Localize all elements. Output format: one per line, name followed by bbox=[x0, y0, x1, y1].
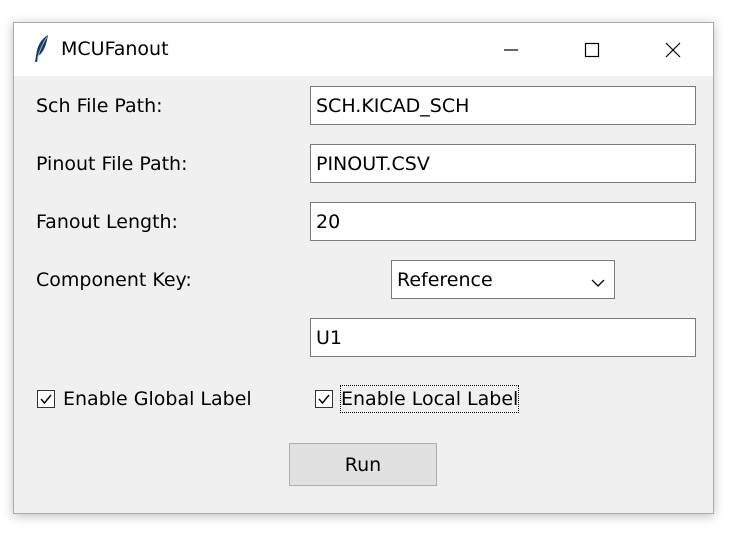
enable-local-label-text: Enable Local Label bbox=[339, 385, 520, 413]
title-bar[interactable]: MCUFanout bbox=[14, 23, 713, 76]
component-key-dropdown[interactable]: Reference bbox=[391, 260, 615, 299]
maximize-button[interactable] bbox=[552, 23, 632, 76]
checkmark-icon bbox=[40, 394, 52, 405]
chevron-down-icon bbox=[590, 274, 606, 287]
global-label-check-box[interactable] bbox=[37, 390, 55, 408]
maximize-icon bbox=[584, 42, 600, 58]
enable-local-label-checkbox[interactable]: Enable Local Label bbox=[315, 385, 520, 413]
sch-file-path-label: Sch File Path: bbox=[36, 95, 163, 117]
enable-global-label-text: Enable Global Label bbox=[63, 388, 252, 410]
component-key-label: Component Key: bbox=[36, 269, 192, 291]
pinout-file-path-input[interactable] bbox=[310, 144, 696, 183]
close-icon bbox=[665, 42, 681, 58]
run-button[interactable]: Run bbox=[289, 443, 437, 486]
local-label-check-box[interactable] bbox=[315, 390, 333, 408]
component-key-selected: Reference bbox=[397, 269, 493, 291]
pinout-file-path-label: Pinout File Path: bbox=[36, 153, 188, 175]
component-key-value-input[interactable] bbox=[310, 318, 696, 357]
close-button[interactable] bbox=[633, 23, 713, 76]
feather-icon bbox=[32, 34, 52, 64]
fanout-length-input[interactable] bbox=[310, 202, 696, 241]
app-window: MCUFanout Sch File Path: Pinout File Pat… bbox=[13, 22, 714, 514]
fanout-length-label: Fanout Length: bbox=[36, 211, 178, 233]
enable-global-label-checkbox[interactable]: Enable Global Label bbox=[37, 385, 252, 413]
checkmark-icon bbox=[318, 394, 330, 405]
window-title: MCUFanout bbox=[61, 38, 169, 60]
minimize-button[interactable] bbox=[471, 23, 551, 76]
sch-file-path-input[interactable] bbox=[310, 86, 696, 125]
minimize-icon bbox=[503, 42, 519, 58]
